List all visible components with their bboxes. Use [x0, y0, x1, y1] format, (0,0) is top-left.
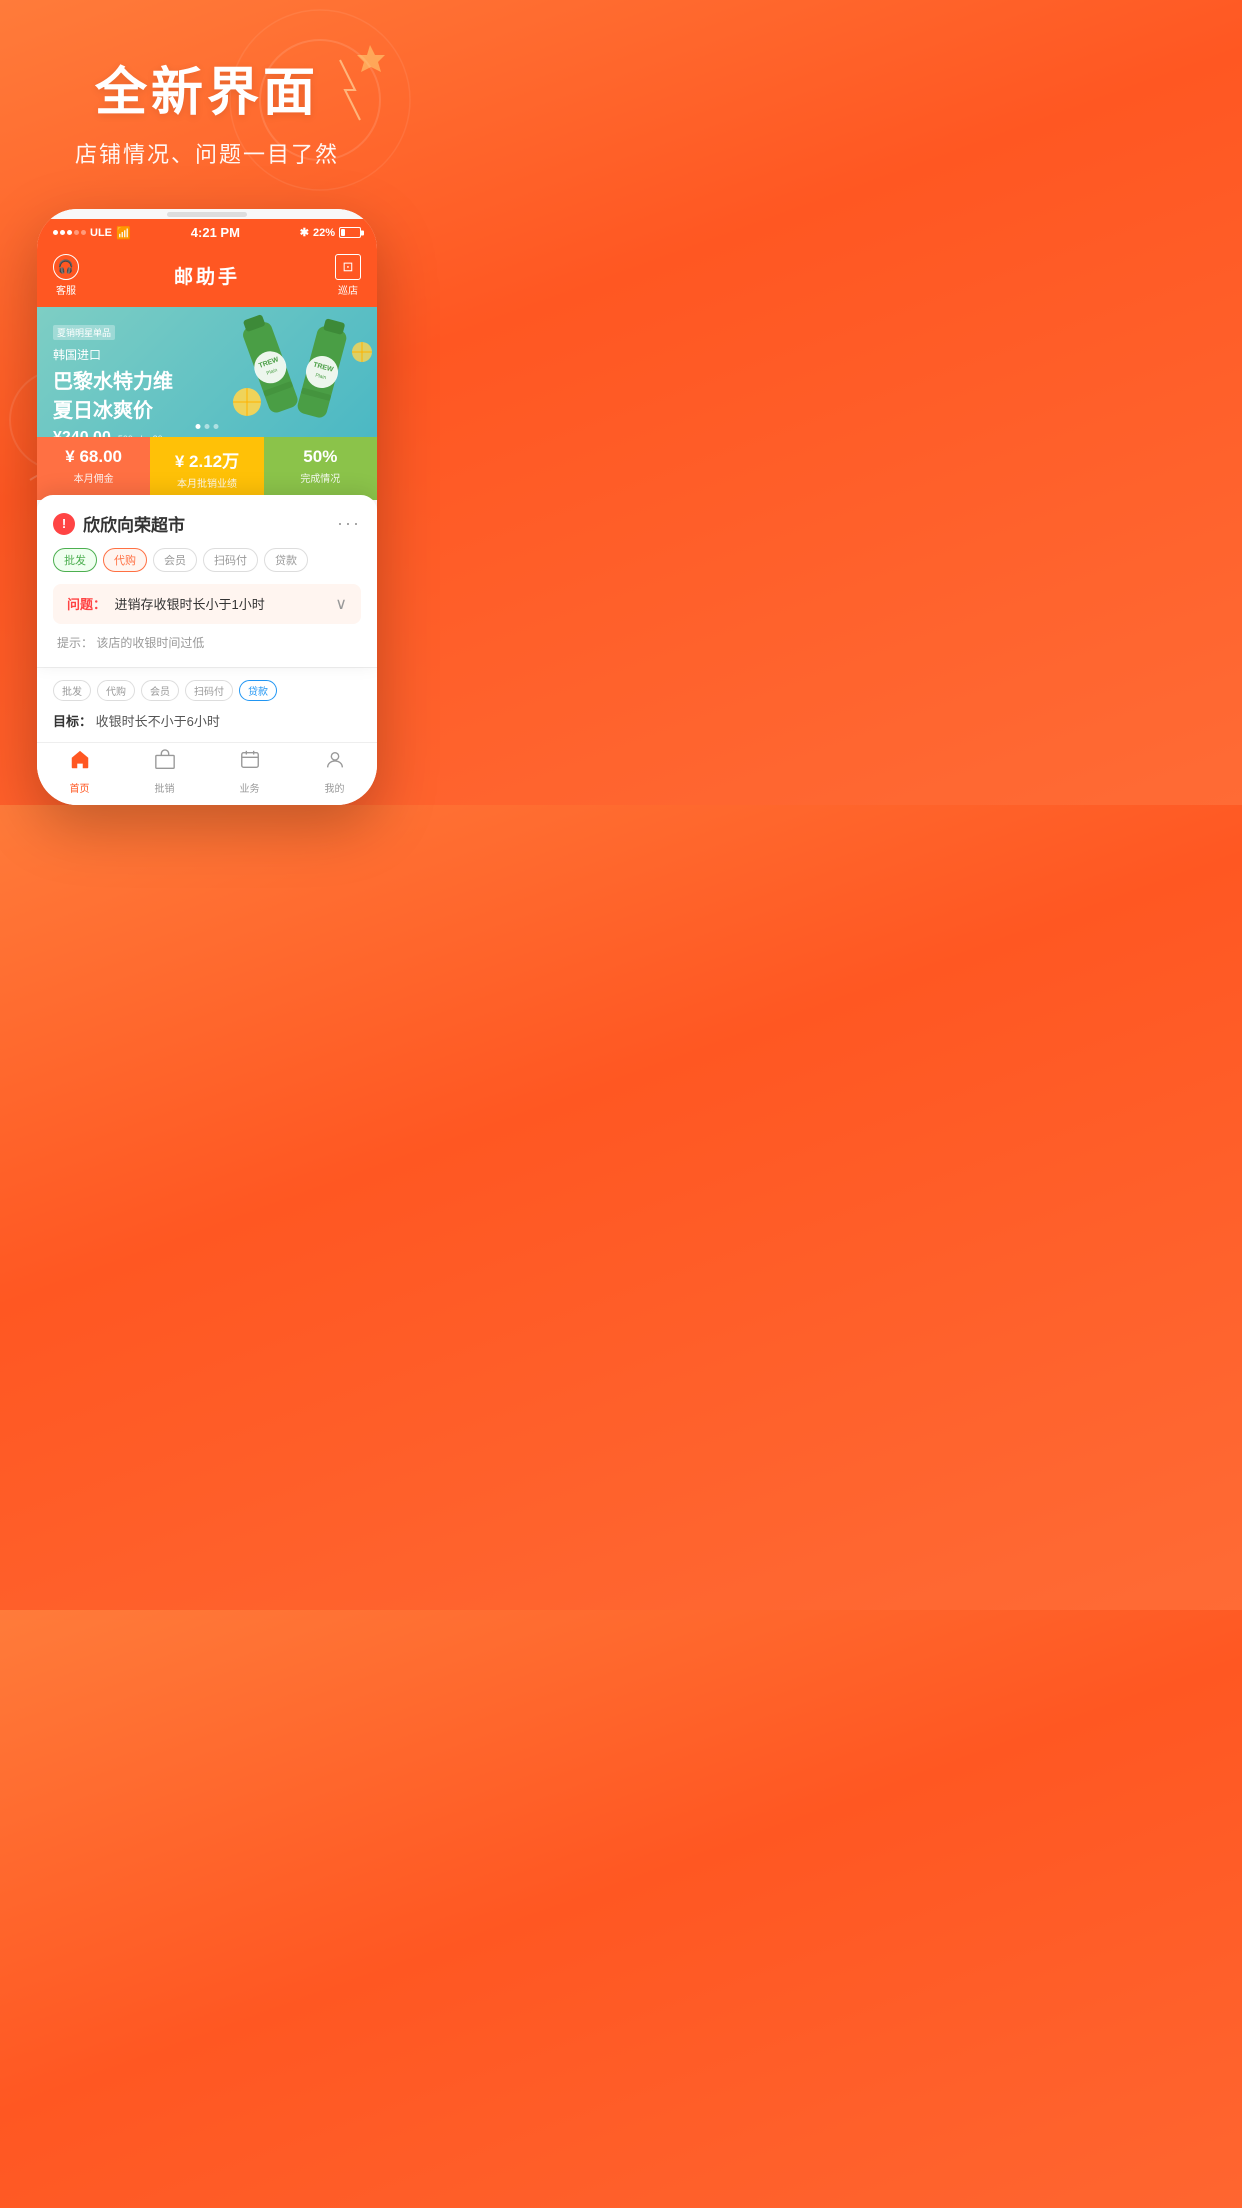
dot2: [60, 230, 65, 235]
sales-value: ¥ 2.12万: [158, 447, 255, 472]
time-label: 4:21 PM: [191, 225, 240, 240]
commission-value: ¥ 68.00: [45, 447, 142, 467]
store-name: 欣欣向荣超市: [83, 511, 185, 536]
battery-pct: 22%: [313, 227, 335, 239]
bottle-illustration: TREW Plain TREW Plain: [217, 307, 377, 437]
phone-notch: [37, 209, 377, 219]
second-store-card: 批发 代购 会员 扫码付 贷款 目标： 收银时长不小于6小时: [37, 667, 377, 742]
banner-text: 夏销明星单品 韩国进口 巴黎水特力维 夏日冰爽价 ¥240.00 500ml ×…: [53, 323, 173, 437]
alert-icon: !: [53, 513, 75, 535]
dot4: [74, 230, 79, 235]
tag-wholesale[interactable]: 批发: [53, 548, 97, 572]
hint-prefix: 提示：: [57, 636, 93, 650]
header-section: 全新界面 店铺情况、问题一目了然: [0, 0, 414, 189]
hint-text: 该店的收银时间过低: [96, 636, 204, 650]
main-title: 全新界面: [20, 50, 394, 125]
banner-tag: 夏销明星单品: [53, 325, 115, 340]
banner-title-line2: 夏日冰爽价: [53, 394, 173, 423]
customer-service-button[interactable]: 🎧 客服: [53, 254, 79, 297]
patrol-label: 巡店: [338, 282, 358, 297]
more-menu-button[interactable]: ···: [337, 513, 361, 534]
tag-scan-pay[interactable]: 扫码付: [203, 548, 258, 572]
store-card: ! 欣欣向荣超市 ··· 批发 代购 会员 扫码付 贷款: [37, 495, 377, 667]
status-bar: ULE 📶 4:21 PM ✱ 22%: [37, 219, 377, 246]
stat-commission: ¥ 68.00 本月佣金: [37, 437, 150, 500]
completion-value: 50%: [272, 447, 369, 467]
issue-content: 问题： 进销存收银时长小于1小时: [67, 594, 265, 614]
tab-wholesale[interactable]: 批销: [122, 749, 207, 795]
signal-dots: [53, 230, 86, 235]
banner-price: ¥240.00 500ml × 20: [53, 429, 173, 437]
subtitle: 店铺情况、问题一目了然: [20, 137, 394, 169]
tab-business[interactable]: 业务: [207, 749, 292, 795]
completion-label: 完成情况: [272, 470, 369, 485]
carrier-label: ULE: [90, 227, 112, 239]
s-tag-loan[interactable]: 贷款: [239, 680, 277, 701]
s-tag-scan-pay[interactable]: 扫码付: [185, 680, 233, 701]
tab-wholesale-label: 批销: [155, 780, 175, 795]
app-title: 邮助手: [174, 262, 240, 289]
home-icon: [69, 749, 91, 777]
dot5: [81, 230, 86, 235]
card-title-row: ! 欣欣向荣超市: [53, 511, 185, 536]
issue-label: 问题：: [67, 597, 106, 612]
banner-dots: [196, 424, 219, 429]
sales-label: 本月批销业绩: [158, 475, 255, 490]
store-tags: 批发 代购 会员 扫码付 贷款: [53, 548, 361, 572]
tab-business-label: 业务: [240, 780, 260, 795]
status-right: ✱ 22%: [300, 226, 361, 239]
banner-subtitle: 韩国进口: [53, 346, 173, 363]
chevron-down-icon: ∨: [335, 594, 347, 614]
dot1: [53, 230, 58, 235]
s-tag-member[interactable]: 会员: [141, 680, 179, 701]
target-text: 目标： 收银时长不小于6小时: [53, 711, 361, 730]
headset-icon: 🎧: [53, 254, 79, 280]
tag-proxy[interactable]: 代购: [103, 548, 147, 572]
second-card-tags: 批发 代购 会员 扫码付 贷款: [53, 680, 361, 701]
status-left: ULE 📶: [53, 226, 131, 240]
dot-1: [196, 424, 201, 429]
tag-loan[interactable]: 贷款: [264, 548, 308, 572]
issue-text: 进销存收银时长小于1小时: [114, 597, 264, 612]
s-tag-wholesale[interactable]: 批发: [53, 680, 91, 701]
tab-profile-label: 我的: [325, 780, 345, 795]
stats-row: ¥ 68.00 本月佣金 ¥ 2.12万 本月批销业绩 50% 完成情况: [37, 437, 377, 500]
bluetooth-icon: ✱: [300, 226, 309, 239]
wholesale-icon: [154, 749, 176, 777]
tab-home[interactable]: 首页: [37, 749, 122, 795]
profile-icon: [324, 749, 346, 777]
notch-pill: [167, 212, 247, 217]
phone-mockup: ULE 📶 4:21 PM ✱ 22% 🎧 客服 邮助手 ⊡ 巡店 夏销明星单品…: [37, 209, 377, 805]
battery-fill: [341, 229, 345, 236]
patrol-store-button[interactable]: ⊡ 巡店: [335, 254, 361, 297]
tab-home-label: 首页: [70, 780, 90, 795]
promo-banner[interactable]: 夏销明星单品 韩国进口 巴黎水特力维 夏日冰爽价 ¥240.00 500ml ×…: [37, 307, 377, 437]
battery-bar: [339, 227, 361, 238]
hint-area: 提示： 该店的收银时间过低: [53, 634, 361, 651]
customer-service-label: 客服: [56, 282, 76, 297]
scan-icon: ⊡: [335, 254, 361, 280]
tab-bar: 首页 批销 业务 我的: [37, 742, 377, 805]
dot3: [67, 230, 72, 235]
stat-completion: 50% 完成情况: [264, 437, 377, 500]
card-header: ! 欣欣向荣超市 ···: [53, 511, 361, 536]
business-icon: [239, 749, 261, 777]
s-tag-proxy[interactable]: 代购: [97, 680, 135, 701]
tab-profile[interactable]: 我的: [292, 749, 377, 795]
dot-3: [214, 424, 219, 429]
app-header: 🎧 客服 邮助手 ⊡ 巡店: [37, 246, 377, 307]
tag-member[interactable]: 会员: [153, 548, 197, 572]
dot-2: [205, 424, 210, 429]
wifi-icon: 📶: [116, 226, 131, 240]
issue-banner[interactable]: 问题： 进销存收银时长小于1小时 ∨: [53, 584, 361, 624]
commission-label: 本月佣金: [45, 470, 142, 485]
stat-sales: ¥ 2.12万 本月批销业绩: [150, 437, 263, 500]
banner-title-line1: 巴黎水特力维: [53, 365, 173, 394]
